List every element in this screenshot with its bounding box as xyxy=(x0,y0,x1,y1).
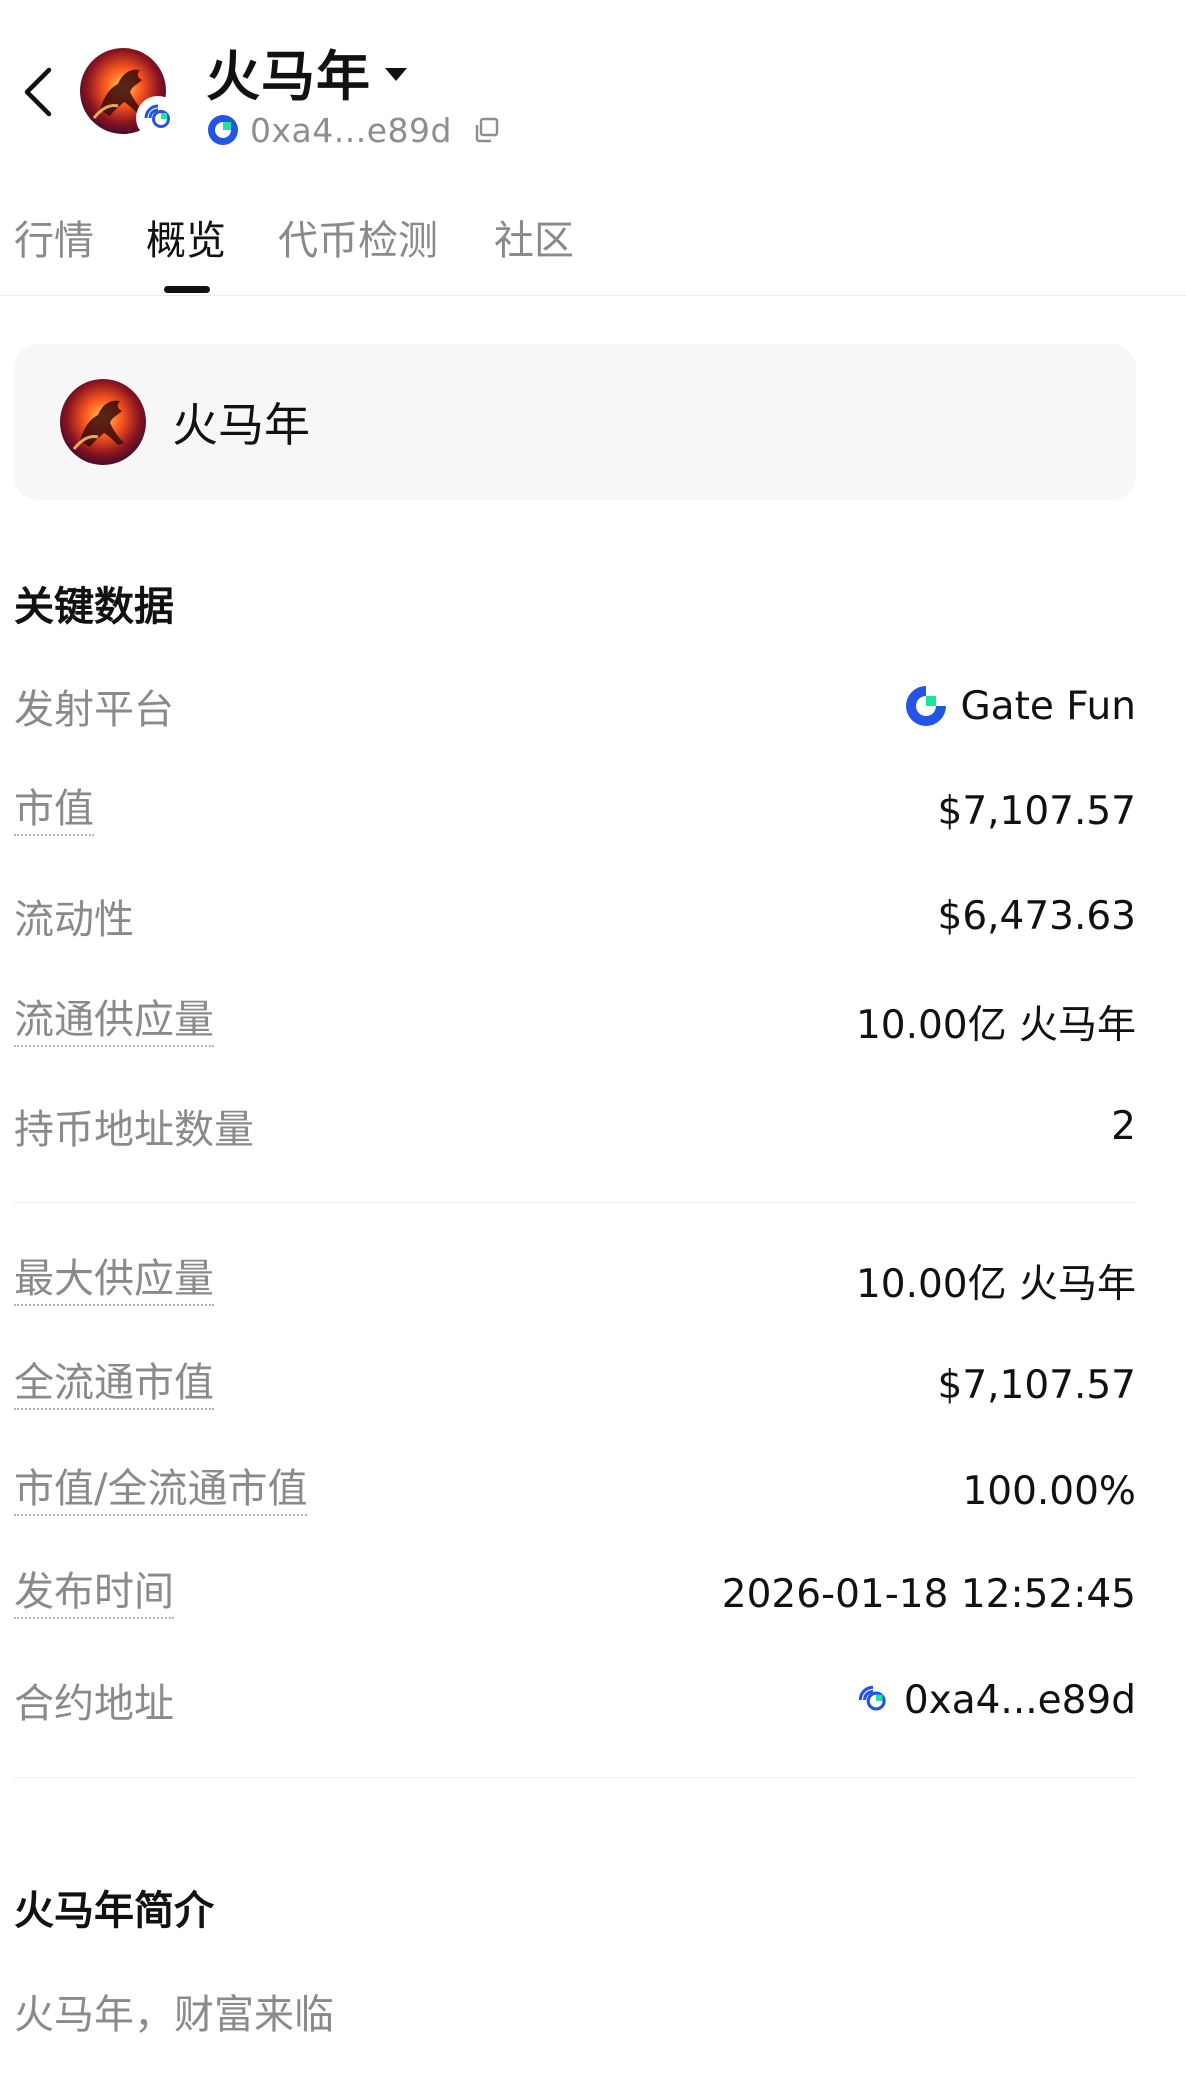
row-launch-platform: 发射平台 Gate Fun xyxy=(14,674,1136,738)
launch-platform-label: 发射平台 xyxy=(14,687,174,733)
header-address: 0xa4...e89d xyxy=(250,110,452,150)
header-address-row: 0xa4...e89d xyxy=(206,106,504,154)
row-fdv: 全流通市值 $7,107.57 xyxy=(14,1353,1136,1417)
intro-title: 火马年简介 xyxy=(14,1888,214,1934)
liquidity-label: 流动性 xyxy=(14,897,134,943)
tab-token-check[interactable]: 代币检测 xyxy=(278,200,438,296)
market-cap-label[interactable]: 市值 xyxy=(14,786,94,836)
token-card-name: 火马年 xyxy=(172,398,310,452)
row-mc-fdv-ratio: 市值/全流通市值 100.00% xyxy=(14,1459,1136,1523)
market-cap-value: $7,107.57 xyxy=(937,788,1137,834)
launch-time-label[interactable]: 发布时间 xyxy=(14,1569,174,1619)
section-divider xyxy=(14,1202,1136,1203)
contract-address-label: 合约地址 xyxy=(14,1681,174,1727)
fdv-value: $7,107.57 xyxy=(937,1362,1137,1408)
key-data-title: 关键数据 xyxy=(14,584,174,630)
copy-icon[interactable] xyxy=(468,112,504,148)
mc-fdv-ratio-value: 100.00% xyxy=(962,1468,1136,1514)
tab-bar: 行情 概览 代币检测 社区 xyxy=(0,200,1186,296)
holders-value: 2 xyxy=(1111,1103,1136,1149)
row-market-cap: 市值 $7,107.57 xyxy=(14,779,1136,843)
circulating-supply-value: 10.00亿 火马年 xyxy=(855,1003,1136,1048)
tab-community[interactable]: 社区 xyxy=(494,200,574,296)
active-tab-indicator xyxy=(164,286,210,293)
intro-text: 火马年，财富来临 xyxy=(14,1992,334,2038)
circulating-supply-label[interactable]: 流通供应量 xyxy=(14,997,214,1047)
launch-platform-value: Gate Fun xyxy=(960,683,1136,729)
row-contract-address: 合约地址 0xa4...e89d xyxy=(14,1668,1136,1732)
section-divider xyxy=(14,1777,1136,1778)
token-avatar xyxy=(80,48,180,144)
token-card-avatar xyxy=(60,379,146,465)
gate-chain-icon xyxy=(136,96,180,140)
fdv-label[interactable]: 全流通市值 xyxy=(14,1360,214,1410)
mc-fdv-ratio-label[interactable]: 市值/全流通市值 xyxy=(14,1466,308,1516)
holders-label: 持币地址数量 xyxy=(14,1107,254,1153)
max-supply-label[interactable]: 最大供应量 xyxy=(14,1256,214,1306)
caret-down-icon xyxy=(385,67,407,81)
launch-time-value: 2026-01-18 12:52:45 xyxy=(721,1571,1136,1617)
tab-overview[interactable]: 概览 xyxy=(146,200,226,296)
max-supply-value: 10.00亿 火马年 xyxy=(855,1262,1136,1307)
token-title: 火马年 xyxy=(206,44,371,108)
liquidity-value: $6,473.63 xyxy=(937,893,1137,939)
tab-market[interactable]: 行情 xyxy=(14,200,94,296)
row-max-supply: 最大供应量 10.00亿 火马年 xyxy=(14,1249,1136,1313)
contract-address-button[interactable]: 0xa4...e89d xyxy=(854,1678,1136,1723)
row-circulating-supply: 流通供应量 10.00亿 火马年 xyxy=(14,990,1136,1054)
top-header: 火马年 0xa4...e89d xyxy=(0,0,1186,170)
contract-address-value: 0xa4...e89d xyxy=(903,1677,1136,1723)
token-selector[interactable]: 火马年 xyxy=(206,36,407,108)
chevron-left-icon xyxy=(24,67,52,117)
token-card: 火马年 xyxy=(14,344,1136,500)
back-button[interactable] xyxy=(10,60,66,124)
row-launch-time: 发布时间 2026-01-18 12:52:45 xyxy=(14,1562,1136,1626)
gate-logo-icon xyxy=(208,115,238,145)
gate-logo-icon xyxy=(906,686,947,726)
row-liquidity: 流动性 $6,473.63 xyxy=(14,884,1136,948)
gate-chain-icon xyxy=(858,1685,886,1711)
row-holders: 持币地址数量 2 xyxy=(14,1094,1136,1158)
